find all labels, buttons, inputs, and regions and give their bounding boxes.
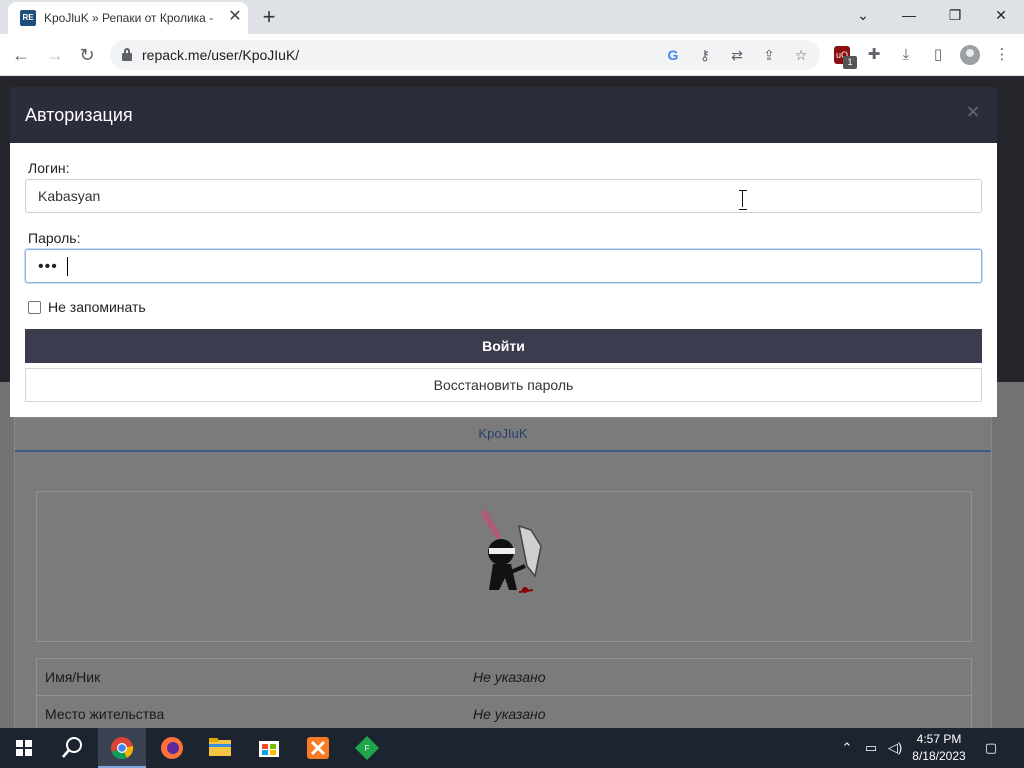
new-tab-button[interactable]: + [256, 4, 282, 30]
remember-checkbox[interactable] [28, 301, 41, 314]
password-field[interactable] [25, 249, 982, 283]
clock-time[interactable]: 4:57 PM [906, 732, 972, 746]
start-icon[interactable] [0, 728, 48, 768]
minimize-button[interactable]: — [886, 0, 932, 30]
row-value: Не указано [473, 669, 546, 685]
url-text[interactable]: repack.me/user/KpoJIuK/ [142, 47, 299, 63]
chrome-icon[interactable] [98, 728, 146, 768]
avatar-box [36, 491, 972, 642]
lock-icon[interactable] [122, 48, 132, 61]
store-icon[interactable] [245, 728, 293, 768]
site-favicon-icon: RE [20, 10, 36, 26]
reload-button[interactable]: ↻ [74, 42, 100, 68]
google-icon[interactable]: G [662, 45, 684, 65]
login-modal: Авторизация × Логин: Пароль: ••• Не запо… [10, 87, 997, 417]
star-icon[interactable]: ☆ [790, 45, 812, 65]
login-button[interactable]: Войти [25, 329, 982, 363]
profile-tab[interactable]: KpoJIuK [15, 418, 991, 452]
download-icon[interactable]: ⤓ [894, 44, 918, 66]
ibeam-cursor-icon [739, 190, 747, 210]
tab-title: KpoJluK » Репаки от Кролика - I [44, 11, 214, 25]
row-value: Не указано [473, 706, 546, 722]
svg-text:F: F [365, 744, 370, 753]
close-icon[interactable]: × [963, 101, 983, 123]
profile-card: KpoJIuK Имя/Ник Не указано Место жительс… [14, 417, 992, 747]
password-label: Пароль: [28, 230, 81, 246]
address-bar[interactable]: repack.me/user/KpoJIuK/ G ⚷ ⇄ ⇪ ☆ [110, 40, 820, 70]
taskbar: F ⌃ ▭ ◁) 4:57 PM 8/18/2023 ▢ [0, 728, 1024, 768]
clock-date[interactable]: 8/18/2023 [906, 749, 972, 763]
ublock-badge: 1 [843, 56, 857, 69]
table-row: Имя/Ник Не указано [37, 659, 971, 696]
modal-title: Авторизация [25, 105, 133, 125]
profile-icon[interactable] [960, 45, 980, 65]
share-icon[interactable]: ⇪ [758, 45, 780, 65]
info-table: Имя/Ник Не указано Место жительства Не у… [36, 658, 972, 734]
file-explorer-icon[interactable] [196, 728, 244, 768]
remember-label[interactable]: Не запоминать [48, 299, 146, 315]
row-key: Имя/Ник [45, 669, 101, 685]
tab-search-icon[interactable]: ⌄ [840, 0, 886, 30]
login-field[interactable] [25, 179, 982, 213]
chevron-up-icon[interactable]: ⌃ [838, 740, 856, 756]
restore-button[interactable]: ❐ [932, 0, 978, 30]
firefox-icon[interactable] [148, 728, 196, 768]
notification-icon[interactable]: ▢ [982, 740, 1000, 756]
search-icon[interactable] [48, 728, 96, 768]
back-button[interactable]: ← [8, 42, 34, 68]
network-icon[interactable]: ▭ [862, 740, 880, 756]
translate-icon[interactable]: ⇄ [726, 45, 748, 65]
browser-toolbar: ← → ↻ repack.me/user/KpoJIuK/ G ⚷ ⇄ ⇪ ☆ … [0, 34, 1024, 76]
profile-tab-label: KpoJIuK [478, 426, 528, 441]
xampp-icon[interactable] [294, 728, 342, 768]
forward-button[interactable]: → [42, 42, 68, 68]
row-key: Место жительства [45, 706, 165, 722]
avatar [481, 508, 542, 593]
close-window-button[interactable]: ✕ [978, 0, 1024, 30]
text-caret [67, 257, 68, 276]
sidepanel-icon[interactable]: ▯ [926, 44, 950, 66]
menu-icon[interactable]: ⋮ [990, 44, 1014, 66]
modal-header: Авторизация × [10, 87, 997, 143]
restore-password-button[interactable]: Восстановить пароль [25, 368, 982, 402]
browser-tab[interactable]: RE KpoJluK » Репаки от Кролика - I ✕ [8, 2, 248, 34]
extensions-icon[interactable]: ✚ [862, 44, 886, 66]
key-icon[interactable]: ⚷ [694, 45, 716, 65]
password-mask: ••• [38, 258, 58, 275]
tab-strip: RE KpoJluK » Репаки от Кролика - I ✕ + ⌄… [0, 0, 1024, 34]
login-label: Логин: [28, 160, 70, 176]
tab-close-icon[interactable]: ✕ [226, 8, 244, 26]
volume-icon[interactable]: ◁) [886, 740, 904, 756]
green-app-icon[interactable]: F [343, 728, 391, 768]
